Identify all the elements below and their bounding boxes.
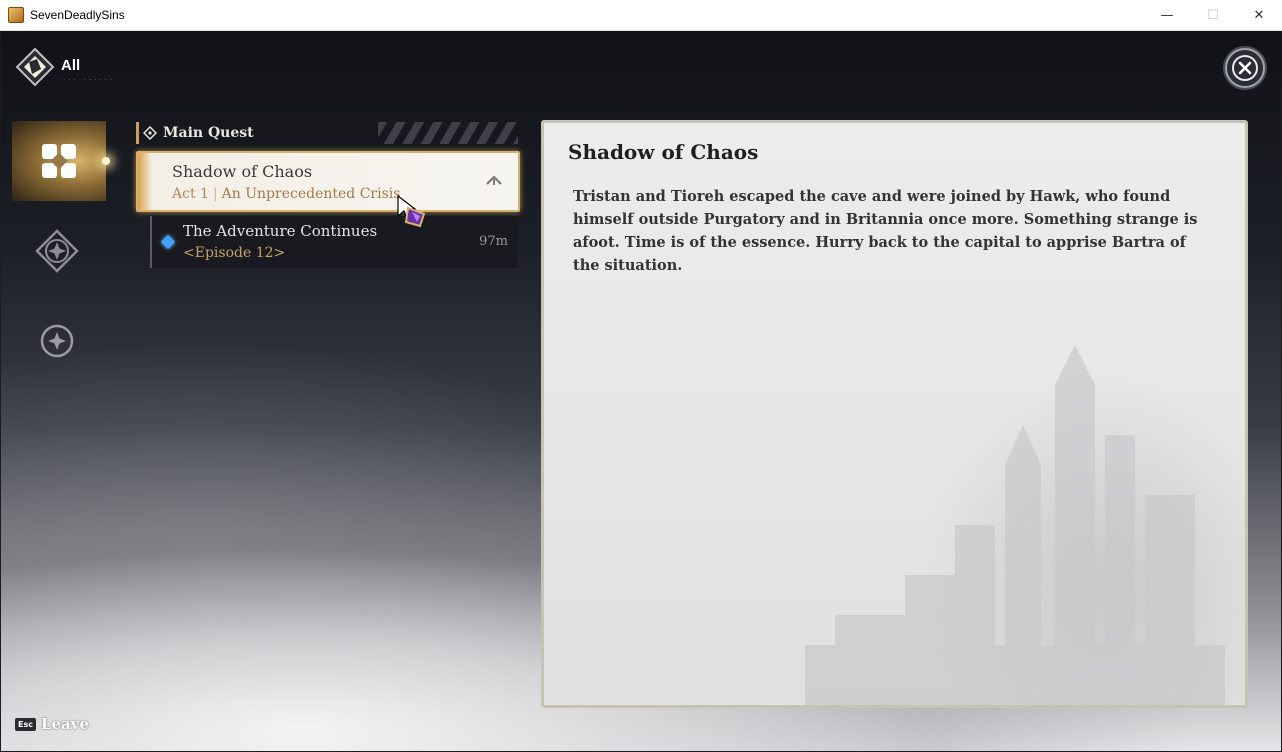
leave-button[interactable]: Esc Leave (15, 715, 89, 733)
detail-description: Tristan and Tioreh escaped the cave and … (573, 188, 1198, 274)
window-titlebar: SevenDeadlySins — ☐ ✕ (0, 0, 1282, 31)
castle-silhouette-icon (805, 345, 1225, 705)
app-icon (8, 7, 24, 23)
game-viewport: All ··· ······ Main Quest Shadow of Chao… (1, 31, 1281, 751)
sub-quest-title: The Adventure Continues (183, 222, 378, 240)
rail-item-compass[interactable] (35, 229, 79, 273)
filter-sublabel: ··· ······ (63, 76, 116, 84)
circle-star-icon (40, 324, 74, 358)
quest-card-selected[interactable]: Shadow of Chaos Act 1 | An Unprecedented C… (136, 151, 520, 212)
minimize-button[interactable]: — (1144, 0, 1190, 31)
rail-item-special[interactable] (35, 319, 79, 363)
header-stripes (378, 122, 518, 144)
close-icon (1232, 55, 1258, 81)
quest-subtitle: Act 1 | An Unprecedented Crisis (172, 186, 401, 202)
quest-grid-icon (42, 144, 76, 178)
close-window-button[interactable]: ✕ (1236, 0, 1282, 31)
section-header-main-quest: Main Quest (136, 122, 518, 144)
quest-detail-panel: Shadow of Chaos Tristan and Tioreh escap… (541, 120, 1248, 708)
sub-quest-distance: 97m (479, 234, 508, 249)
leave-label: Leave (40, 715, 90, 733)
detail-title: Shadow of Chaos (568, 140, 759, 164)
rail-item-all-quests[interactable] (12, 121, 110, 201)
quest-title: Shadow of Chaos (172, 162, 313, 181)
quest-chapter: An Unprecedented Crisis (221, 186, 401, 202)
maximize-button[interactable]: ☐ (1190, 0, 1236, 31)
section-title: Main Quest (163, 125, 254, 141)
close-button[interactable] (1225, 48, 1265, 88)
chevron-up-icon[interactable] (484, 171, 504, 191)
compass-star-icon (35, 229, 79, 273)
esc-key-badge: Esc (15, 717, 36, 731)
quest-diamond-icon (143, 126, 157, 140)
filter-all-icon[interactable] (15, 47, 55, 87)
filter-label: All (61, 57, 81, 74)
sub-quest-item[interactable]: The Adventure Continues <Episode 12> 97m (150, 216, 518, 268)
window-controls: — ☐ ✕ (1144, 0, 1282, 31)
window-title: SevenDeadlySins (30, 8, 125, 22)
sub-quest-episode: <Episode 12> (183, 245, 286, 261)
quest-act: Act 1 (172, 186, 209, 202)
quest-marker-icon (160, 234, 176, 250)
cursor-icon (397, 194, 426, 228)
